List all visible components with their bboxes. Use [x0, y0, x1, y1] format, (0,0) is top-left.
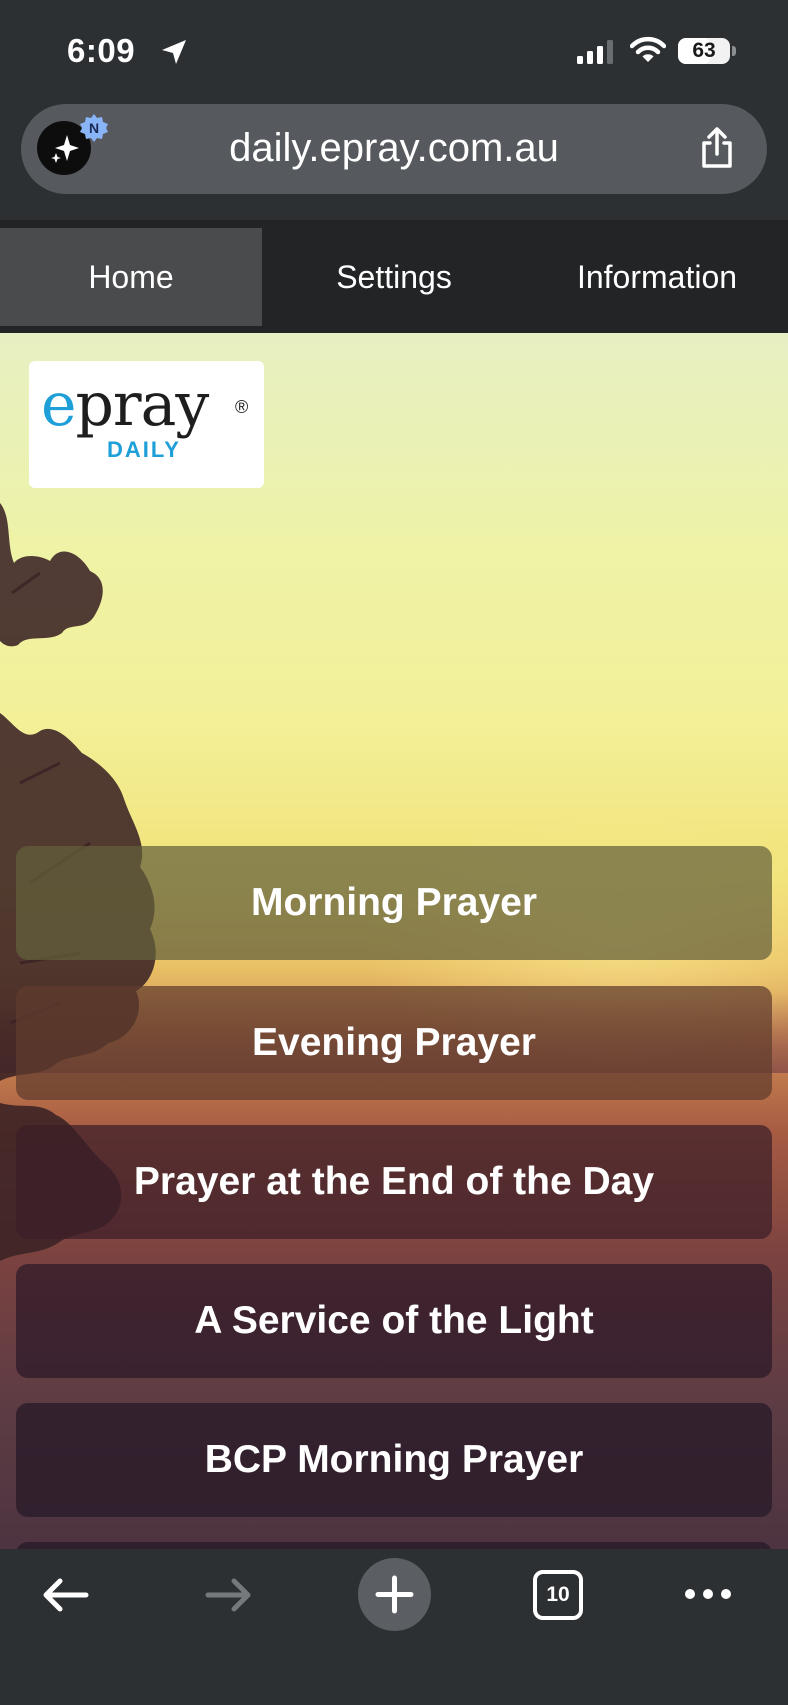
share-icon[interactable]: [697, 126, 737, 170]
location-arrow-icon: [162, 40, 186, 64]
logo-subtitle: DAILY: [107, 437, 181, 462]
logo-registered-mark: ®: [235, 397, 249, 417]
logo-wordmark: epray: [41, 375, 209, 435]
new-tab-button[interactable]: [358, 1558, 431, 1631]
end-of-day-prayer-button[interactable]: Prayer at the End of the Day: [16, 1125, 772, 1239]
morning-prayer-button[interactable]: Morning Prayer: [16, 846, 772, 960]
hero-background: epray ® DAILY Morning Prayer Evening Pra…: [0, 333, 788, 1549]
logo-e: e: [41, 370, 77, 440]
status-bar: 6:09 63: [0, 0, 788, 98]
battery-tip: [732, 46, 736, 56]
nav-tab-information[interactable]: Information: [526, 228, 788, 326]
url-bar[interactable]: N daily.epray.com.au: [21, 104, 767, 194]
badge-letter: N: [89, 120, 99, 136]
signal-icon: [577, 40, 613, 64]
battery-icon: 63: [678, 38, 730, 64]
notification-badge: N: [80, 114, 108, 142]
more-icon[interactable]: [684, 1587, 732, 1601]
nav-tab-home[interactable]: Home: [0, 228, 262, 326]
epray-daily-logo[interactable]: epray ® DAILY: [29, 361, 264, 488]
bcp-morning-prayer-button[interactable]: BCP Morning Prayer: [16, 1403, 772, 1517]
battery-percent: 63: [692, 39, 716, 62]
tabs-count: 10: [546, 1583, 570, 1606]
nav-tab-settings[interactable]: Settings: [263, 228, 525, 326]
logo-pray: pray: [75, 370, 210, 440]
plus-icon: [375, 1575, 414, 1614]
site-nav: Home Settings Information: [0, 220, 788, 333]
evening-prayer-button[interactable]: Evening Prayer: [16, 986, 772, 1100]
tabs-icon[interactable]: 10: [533, 1570, 583, 1620]
forward-arrow-icon[interactable]: [204, 1573, 254, 1617]
service-of-light-button[interactable]: A Service of the Light: [16, 1264, 772, 1378]
wifi-icon: [630, 36, 666, 62]
back-arrow-icon[interactable]: [40, 1573, 90, 1617]
browser-toolbar: 10: [0, 1549, 788, 1705]
url-text[interactable]: daily.epray.com.au: [121, 126, 667, 171]
status-time: 6:09: [67, 32, 136, 69]
next-prayer-button-partial[interactable]: [16, 1542, 772, 1549]
